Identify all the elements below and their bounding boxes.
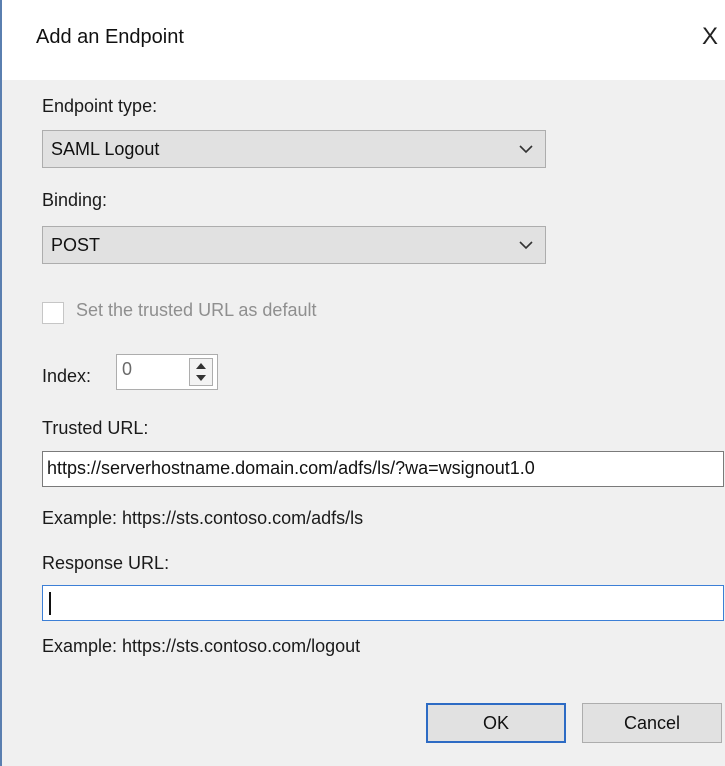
add-endpoint-dialog: Add an Endpoint X Endpoint type: SAML Lo…: [0, 0, 725, 766]
binding-select[interactable]: POST: [42, 226, 546, 264]
ok-button[interactable]: OK: [426, 703, 566, 743]
response-url-input[interactable]: [42, 585, 724, 621]
index-stepper[interactable]: 0: [116, 354, 218, 390]
arrow-down-icon[interactable]: [195, 374, 207, 382]
text-caret: [49, 592, 51, 615]
default-checkbox-label: Set the trusted URL as default: [76, 300, 317, 320]
arrow-up-icon[interactable]: [195, 362, 207, 370]
endpoint-type-label: Endpoint type:: [42, 96, 158, 116]
endpoint-type-select[interactable]: SAML Logout: [42, 130, 546, 168]
trusted-url-value: https://serverhostname.domain.com/adfs/l…: [47, 458, 535, 478]
endpoint-type-value: SAML Logout: [51, 139, 160, 159]
trusted-url-label: Trusted URL:: [42, 418, 149, 438]
index-value: 0: [122, 359, 133, 379]
chevron-down-icon: [519, 145, 533, 154]
dialog-title: Add an Endpoint: [36, 26, 184, 48]
trusted-url-input[interactable]: https://serverhostname.domain.com/adfs/l…: [42, 451, 724, 487]
title-bar: Add an Endpoint X: [2, 0, 725, 80]
trusted-url-example: Example: https://sts.contoso.com/adfs/ls: [42, 508, 364, 528]
binding-label: Binding:: [42, 190, 108, 210]
response-url-example: Example: https://sts.contoso.com/logout: [42, 636, 361, 656]
binding-value: POST: [51, 235, 101, 255]
close-icon[interactable]: X: [702, 20, 725, 54]
spin-arrows-icon[interactable]: [189, 358, 213, 386]
chevron-down-icon: [519, 241, 533, 250]
default-checkbox[interactable]: [42, 302, 64, 324]
index-label: Index:: [42, 366, 92, 386]
cancel-button[interactable]: Cancel: [582, 703, 722, 743]
response-url-label: Response URL:: [42, 553, 170, 573]
